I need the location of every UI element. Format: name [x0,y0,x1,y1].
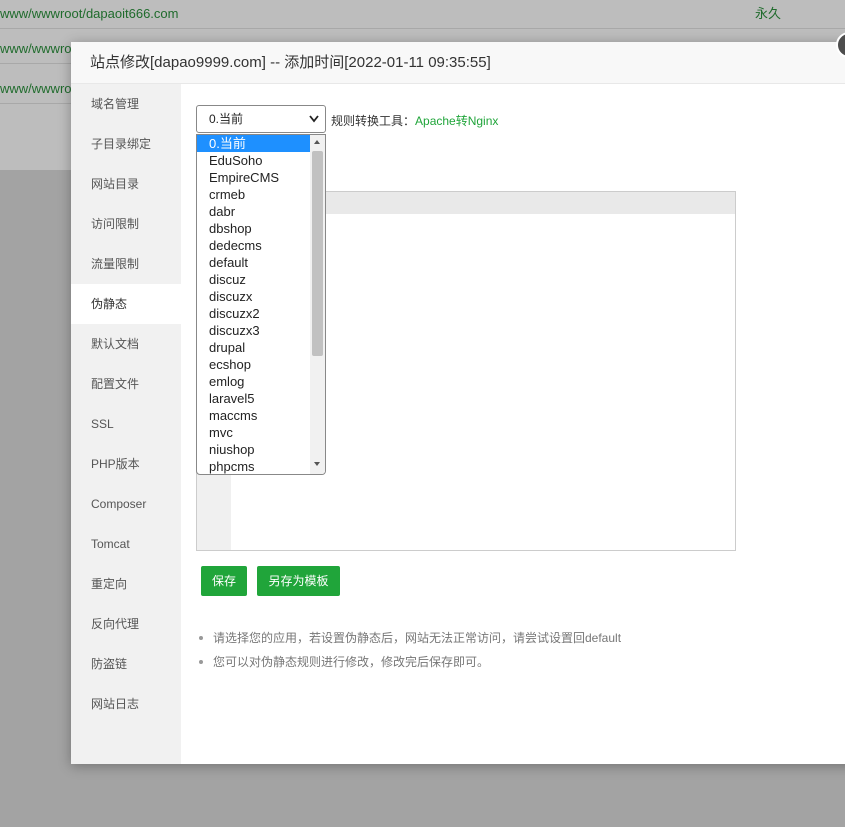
modal-title: 站点修改[dapao9999.com] -- 添加时间[2022-01-11 0… [90,54,491,71]
tip-item: 请选择您的应用，若设置伪静态后，网站无法正常访问，请尝试设置回default [199,626,839,650]
scroll-up-icon[interactable] [314,140,320,144]
site-path: www/wwwro [0,81,72,96]
site-edit-modal: 站点修改[dapao9999.com] -- 添加时间[2022-01-11 0… [71,32,845,764]
dropdown-option[interactable]: discuzx2 [197,305,310,322]
dropdown-option[interactable]: dabr [197,203,310,220]
sidebar-item-config-file[interactable]: 配置文件 [71,364,181,404]
dropdown-option[interactable]: ecshop [197,356,310,373]
dropdown-option[interactable]: drupal [197,339,310,356]
dropdown-option[interactable]: maccms [197,407,310,424]
sidebar-item-hotlink[interactable]: 防盗链 [71,644,181,684]
dropdown-option[interactable]: dedecms [197,237,310,254]
site-path: www/wwwro [0,41,72,56]
dropdown-option[interactable]: phpcms [197,458,310,474]
dropdown-option[interactable]: discuzx [197,288,310,305]
sidebar-item-domain[interactable]: 域名管理 [71,84,181,124]
sidebar-item-php-version[interactable]: PHP版本 [71,444,181,484]
help-tips: 请选择您的应用，若设置伪静态后，网站无法正常访问，请尝试设置回default 您… [199,626,839,674]
dropdown-option[interactable]: discuzx3 [197,322,310,339]
modal-sidebar: 域名管理 子目录绑定 网站目录 访问限制 流量限制 伪静态 默认文档 配置文件 … [71,84,181,764]
dropdown-option[interactable]: crmeb [197,186,310,203]
dropdown-option[interactable]: EduSoho [197,152,310,169]
site-path: www/wwwroot/dapaoit666.com [0,6,179,21]
sidebar-item-traffic-limit[interactable]: 流量限制 [71,244,181,284]
tip-item: 您可以对伪静态规则进行修改，修改完后保存即可。 [199,650,839,674]
sidebar-item-ssl[interactable]: SSL [71,404,181,444]
rewrite-template-dropdown[interactable]: 0.当前 EduSoho EmpireCMS crmeb dabr dbshop… [196,134,326,475]
sidebar-item-subdirectory[interactable]: 子目录绑定 [71,124,181,164]
dropdown-option[interactable]: dbshop [197,220,310,237]
modal-header: 站点修改[dapao9999.com] -- 添加时间[2022-01-11 0… [71,42,845,84]
sidebar-item-composer[interactable]: Composer [71,484,181,524]
dropdown-scrollbar[interactable] [310,135,325,474]
sidebar-item-site-directory[interactable]: 网站目录 [71,164,181,204]
dropdown-option[interactable]: default [197,254,310,271]
save-button[interactable]: 保存 [201,566,247,596]
site-expire: 永久 [755,6,782,21]
dropdown-option[interactable]: EmpireCMS [197,169,310,186]
sidebar-item-rewrite[interactable]: 伪静态 [71,284,181,324]
dropdown-option[interactable]: emlog [197,373,310,390]
sidebar-item-default-doc[interactable]: 默认文档 [71,324,181,364]
sidebar-item-reverse-proxy[interactable]: 反向代理 [71,604,181,644]
scroll-down-icon[interactable] [314,462,320,466]
conversion-tool-label: 规则转换工具： [331,114,416,128]
dropdown-option[interactable]: mvc [197,424,310,441]
site-row[interactable]: www/wwwroot/dapaoit666.com 永久 [0,0,845,29]
dropdown-option[interactable]: 0.当前 [197,135,310,152]
select-value: 0.当前 [209,112,244,126]
sidebar-item-site-log[interactable]: 网站日志 [71,684,181,724]
scrollbar-thumb[interactable] [312,151,323,356]
rewrite-template-select[interactable]: 0.当前 [196,105,326,133]
dropdown-option[interactable]: discuz [197,271,310,288]
dropdown-option[interactable]: laravel5 [197,390,310,407]
save-as-template-button[interactable]: 另存为模板 [257,566,340,596]
sidebar-item-redirect[interactable]: 重定向 [71,564,181,604]
sidebar-item-tomcat[interactable]: Tomcat [71,524,181,564]
dropdown-option[interactable]: niushop [197,441,310,458]
conversion-tool: 规则转换工具：Apache转Nginx [331,112,498,129]
sidebar-item-access-limit[interactable]: 访问限制 [71,204,181,244]
apache-to-nginx-link[interactable]: Apache转Nginx [415,114,498,128]
